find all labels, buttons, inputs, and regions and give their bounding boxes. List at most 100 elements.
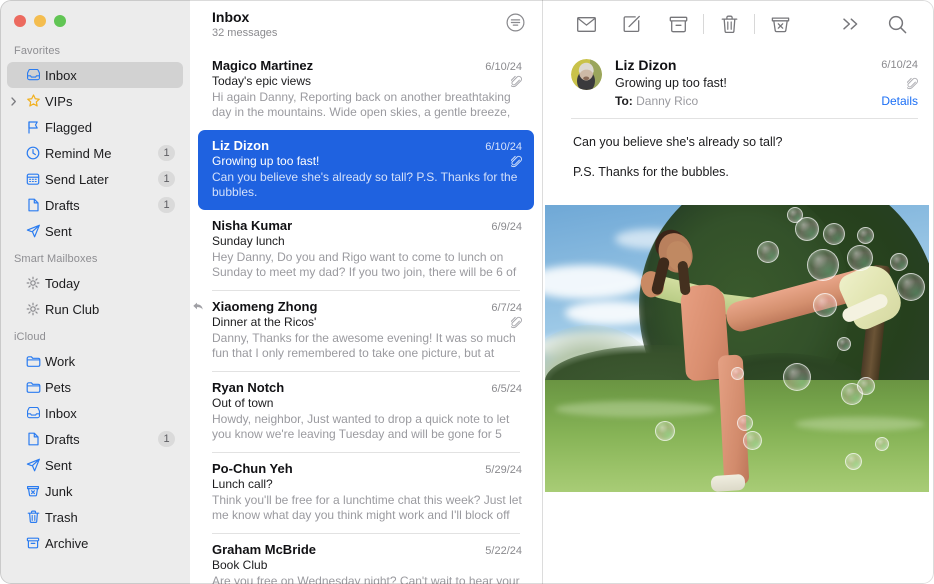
soap-bubble — [857, 377, 875, 395]
sidebar-item-inbox[interactable]: Inbox — [7, 62, 183, 88]
sidebar-item-junk[interactable]: Junk — [7, 478, 183, 504]
sidebar-item-trash[interactable]: Trash — [7, 504, 183, 530]
to-value: Danny Rico — [636, 94, 698, 108]
sidebar-item-label: Pets — [45, 380, 175, 395]
sidebar-item-remind-me[interactable]: Remind Me 1 — [7, 140, 183, 166]
table-row[interactable]: Magico Martinez 6/10/24 Today's epic vie… — [198, 50, 534, 130]
sidebar-item-label: Sent — [45, 458, 175, 473]
table-row[interactable]: Ryan Notch 6/5/24 Out of town Howdy, nei… — [198, 372, 534, 452]
soap-bubble — [731, 367, 744, 380]
zoom-button[interactable] — [54, 15, 66, 27]
message-row-mid: Book Club — [212, 558, 522, 572]
paper-plane-icon — [21, 224, 45, 238]
mark-unread-button[interactable] — [563, 9, 609, 39]
message-subject: Sunday lunch — [212, 234, 285, 248]
sidebar-item-pets[interactable]: Pets — [7, 374, 183, 400]
message-sender: Graham McBride — [212, 542, 316, 557]
soap-bubble — [875, 437, 889, 451]
table-row[interactable]: Xiaomeng Zhong 6/7/24 Dinner at the Rico… — [198, 291, 534, 371]
sidebar-item-run-club[interactable]: Run Club — [7, 296, 183, 322]
search-button[interactable] — [874, 9, 920, 39]
message-row-mid: Sunday lunch — [212, 234, 522, 248]
message-preview: Can you believe she's already so tall? P… — [212, 170, 522, 200]
message-subject: Out of town — [212, 396, 273, 410]
soap-bubble — [890, 253, 908, 271]
sidebar-item-work[interactable]: Work — [7, 348, 183, 374]
table-row[interactable]: Po-Chun Yeh 5/29/24 Lunch call? Think yo… — [198, 453, 534, 533]
mail-window: Favorites Inbox VIPs Flagged — [0, 0, 934, 584]
message-sender: Liz Dizon — [212, 138, 269, 153]
compose-button[interactable] — [609, 9, 655, 39]
sidebar-section-smart-mailboxes: Smart Mailboxes — [0, 244, 190, 270]
sidebar-item-drafts[interactable]: Drafts 1 — [7, 192, 183, 218]
soap-bubble — [743, 431, 762, 450]
message-recipient: To: Danny Rico — [615, 92, 881, 110]
sidebar-item-label: Today — [45, 276, 175, 291]
message-sender: Ryan Notch — [212, 380, 284, 395]
photo-girl-kicking-bubbles[interactable] — [545, 205, 929, 492]
message-preview: Danny, Thanks for the awesome evening! I… — [212, 331, 522, 361]
message-date: 6/9/24 — [491, 221, 522, 233]
sidebar-item-icloud-drafts[interactable]: Drafts 1 — [7, 426, 183, 452]
message-row-mid: Lunch call? — [212, 477, 522, 491]
soap-bubble — [737, 415, 753, 431]
document-icon — [21, 432, 45, 446]
message-subject: Book Club — [212, 558, 267, 572]
message-row-top: Po-Chun Yeh 5/29/24 — [212, 461, 522, 476]
message-row-top: Nisha Kumar 6/9/24 — [212, 218, 522, 233]
archive-button[interactable] — [655, 9, 701, 39]
divider — [754, 14, 755, 34]
sidebar-item-archive[interactable]: Archive — [7, 530, 183, 556]
trash-icon — [21, 510, 45, 524]
calendar-icon — [21, 172, 45, 186]
table-row[interactable]: Graham McBride 5/22/24 Book Club Are you… — [198, 534, 534, 584]
message-header-main: Liz Dizon Growing up too fast! To: Danny… — [602, 56, 881, 110]
sidebar-item-label: Send Later — [45, 172, 158, 187]
more-button[interactable] — [828, 9, 874, 39]
details-link[interactable]: Details — [881, 92, 918, 110]
delete-button[interactable] — [706, 9, 752, 39]
message-subject: Dinner at the Ricos' — [212, 315, 316, 329]
sidebar-item-label: Run Club — [45, 302, 175, 317]
paper-plane-icon — [21, 458, 45, 472]
avatar[interactable] — [571, 59, 602, 90]
junk-button[interactable] — [757, 9, 803, 39]
message-header-meta: 6/10/24 Details — [881, 56, 918, 110]
sidebar-item-icloud-sent[interactable]: Sent — [7, 452, 183, 478]
clock-icon — [21, 146, 45, 160]
table-row[interactable]: Liz Dizon 6/10/24 Growing up too fast! C… — [198, 130, 534, 210]
soap-bubble — [795, 217, 819, 241]
sidebar-item-vips[interactable]: VIPs — [7, 88, 183, 114]
message-sender: Nisha Kumar — [212, 218, 292, 233]
message-sender: Po-Chun Yeh — [212, 461, 293, 476]
unread-badge: 1 — [158, 145, 175, 161]
sidebar-item-send-later[interactable]: Send Later 1 — [7, 166, 183, 192]
unread-badge: 1 — [158, 171, 175, 187]
sidebar-section-icloud: iCloud — [0, 322, 190, 348]
gear-icon — [21, 276, 45, 290]
sidebar-item-label: Trash — [45, 510, 175, 525]
chevron-right-icon[interactable] — [7, 97, 21, 106]
sidebar-item-icloud-inbox[interactable]: Inbox — [7, 400, 183, 426]
soap-bubble — [837, 337, 851, 351]
paperclip-icon — [907, 74, 918, 92]
window-controls — [0, 0, 190, 36]
close-button[interactable] — [14, 15, 26, 27]
sidebar-item-label: Work — [45, 354, 175, 369]
message-row-top: Xiaomeng Zhong 6/7/24 — [212, 299, 522, 314]
message-list[interactable]: Magico Martinez 6/10/24 Today's epic vie… — [190, 50, 542, 584]
sidebar-item-today[interactable]: Today — [7, 270, 183, 296]
message-count: 32 messages — [212, 26, 277, 41]
sidebar-item-label: Flagged — [45, 120, 175, 135]
message-row-mid: Dinner at the Ricos' — [212, 315, 522, 329]
sidebar-item-sent[interactable]: Sent — [7, 218, 183, 244]
minimize-button[interactable] — [34, 15, 46, 27]
filter-icon[interactable] — [504, 11, 526, 33]
message-date: 5/22/24 — [485, 545, 522, 557]
paperclip-icon — [511, 155, 522, 168]
junk-icon — [21, 484, 45, 498]
table-row[interactable]: Nisha Kumar 6/9/24 Sunday lunch Hey Dann… — [198, 210, 534, 290]
sidebar-item-label: VIPs — [45, 94, 175, 109]
message-preview: Hi again Danny, Reporting back on anothe… — [212, 90, 522, 120]
sidebar-item-flagged[interactable]: Flagged — [7, 114, 183, 140]
